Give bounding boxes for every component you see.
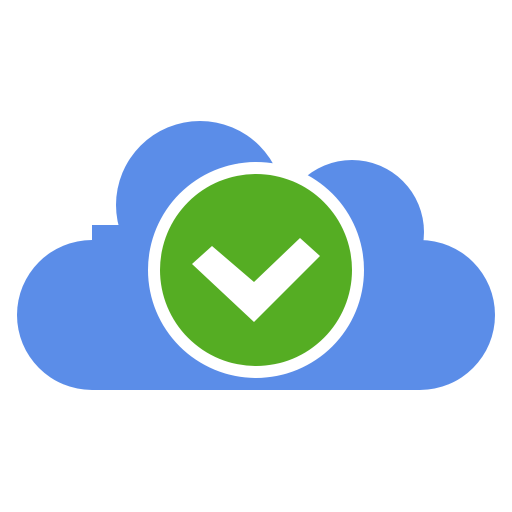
cloud-sync-check-icon bbox=[17, 121, 495, 390]
badge-fill bbox=[160, 174, 352, 366]
icon-canvas bbox=[0, 0, 512, 512]
